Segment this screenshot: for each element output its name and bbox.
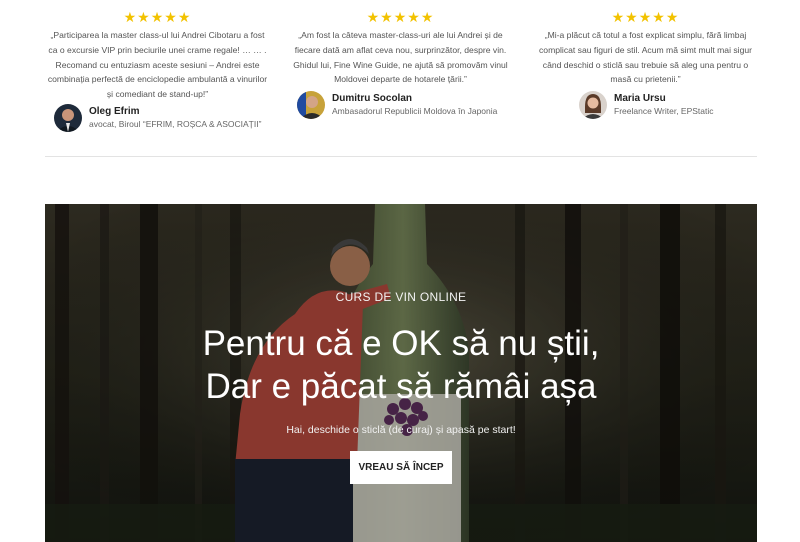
testimonial-quote: „Am fost la câteva master-class-uri ale … — [293, 30, 508, 85]
hero-headline-line-2: Dar e păcat să rămâi așa — [205, 367, 597, 406]
testimonial-card-3: ★★★★★ „Mi-a plăcut că totul a fost expli… — [533, 8, 758, 87]
testimonial-quote: „Participarea la master class-ul lui And… — [47, 30, 268, 100]
avatar — [579, 91, 607, 119]
start-course-button[interactable]: VREAU SĂ ÎNCEP — [350, 451, 452, 484]
hero-banner: CURS DE VIN ONLINE Pentru că e OK să nu … — [45, 204, 757, 542]
author-role: Ambasadorul Republicii Moldova în Japoni… — [332, 106, 498, 116]
section-divider — [45, 156, 757, 157]
avatar — [54, 104, 82, 132]
author-role: avocat, Biroul “EFRIM, ROȘCA & ASOCIAȚII… — [89, 119, 262, 129]
avatar — [297, 91, 325, 119]
rating-stars: ★★★★★ — [123, 9, 192, 25]
testimonial-author-1: Oleg Efrim avocat, Biroul “EFRIM, ROȘCA … — [54, 104, 261, 132]
author-name: Oleg Efrim — [89, 106, 140, 117]
testimonial-card-1: ★★★★★ „Participarea la master class-ul l… — [45, 8, 270, 102]
author-role: Freelance Writer, EPStatic — [614, 106, 714, 116]
testimonial-author-3: Maria Ursu Freelance Writer, EPStatic — [579, 91, 714, 119]
rating-stars: ★★★★★ — [366, 9, 435, 25]
rating-stars: ★★★★★ — [611, 9, 680, 25]
hero-headline: Pentru că e OK să nu știi, Dar e păcat s… — [45, 322, 757, 408]
author-name: Dumitru Socolan — [332, 93, 413, 104]
testimonial-quote: „Mi-a plăcut că totul a fost explicat si… — [539, 30, 752, 85]
testimonials-section: ★★★★★ „Participarea la master class-ul l… — [0, 0, 800, 160]
hero-subtext: Hai, deschide o sticlă (de curaj) și apa… — [286, 424, 516, 436]
author-name: Maria Ursu — [614, 93, 666, 104]
hero-eyebrow: CURS DE VIN ONLINE — [335, 290, 467, 304]
testimonial-card-2: ★★★★★ „Am fost la câteva master-class-ur… — [288, 8, 513, 87]
testimonial-author-2: Dumitru Socolan Ambasadorul Republicii M… — [297, 91, 497, 119]
hero-headline-line-1: Pentru că e OK să nu știi, — [202, 324, 600, 363]
